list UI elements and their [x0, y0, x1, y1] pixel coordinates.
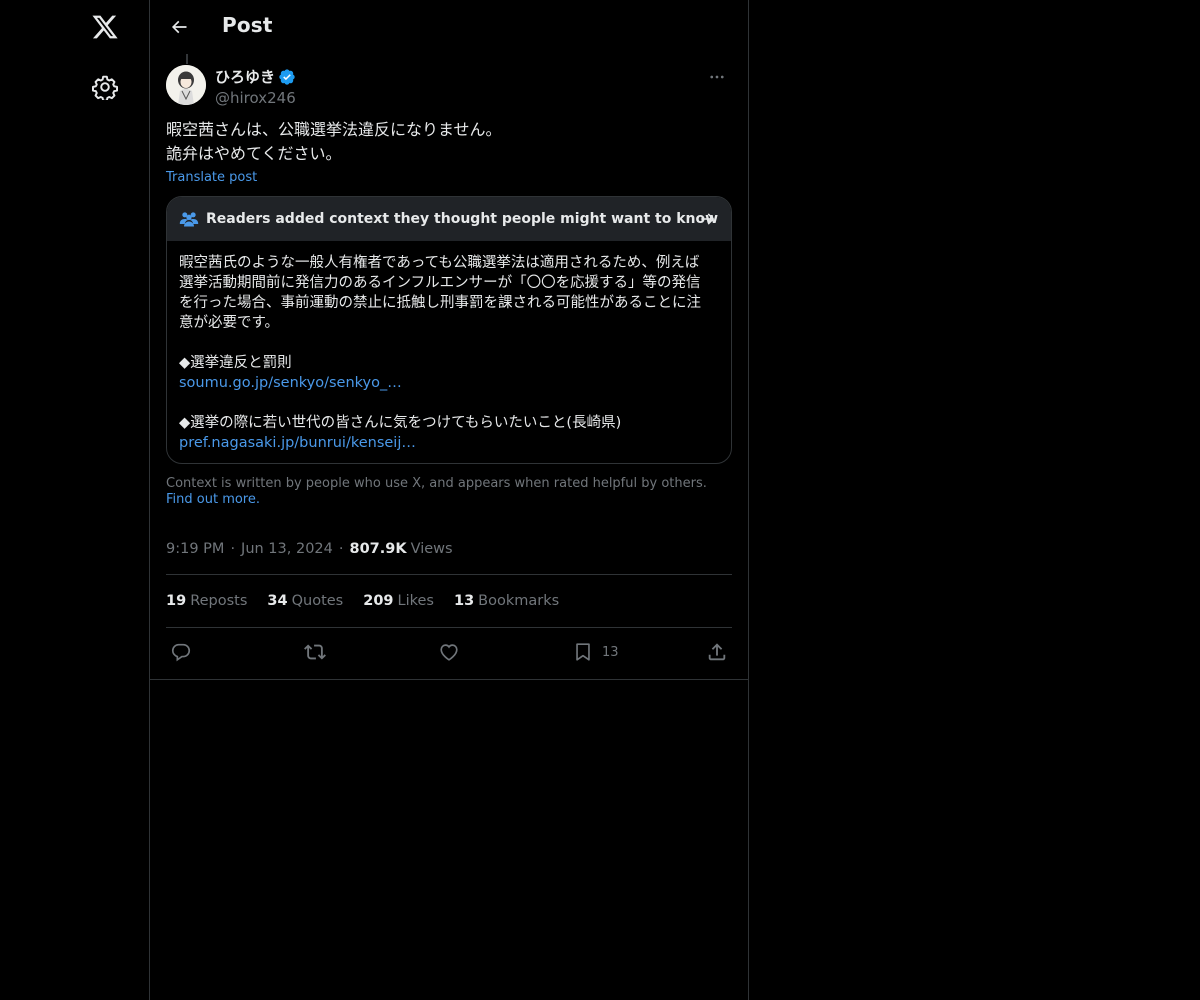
x-logo-icon[interactable] — [88, 10, 122, 44]
community-note-title: Readers added context they thought peopl… — [206, 211, 719, 227]
arrow-left-icon — [171, 20, 187, 34]
author-handle[interactable]: @hirox246 — [215, 89, 296, 107]
post-author: ひろゆき @hirox246 — [166, 54, 732, 112]
author-name[interactable]: ひろゆき — [215, 66, 296, 87]
post-time[interactable]: 9:19 PM — [166, 541, 224, 557]
post-text-line: 詭弁はやめてください。 — [166, 144, 342, 163]
bookmark-count: 13 — [602, 644, 619, 660]
page-title: Post — [222, 13, 273, 37]
main-column: Post ひろゆき @hirox246 暇空茜さんは、公職選挙法違反になりません… — [149, 0, 749, 1000]
gear-icon[interactable] — [89, 71, 121, 103]
translate-post-link[interactable]: Translate post — [166, 170, 257, 185]
share-button[interactable] — [706, 638, 728, 666]
find-out-more-link[interactable]: Find out more. — [166, 492, 260, 507]
post: ひろゆき @hirox246 暇空茜さんは、公職選挙法違反になりません。 詭弁は… — [150, 54, 748, 680]
post-text: 暇空茜さんは、公職選挙法違反になりません。 詭弁はやめてください。 — [166, 118, 732, 166]
bookmark-button[interactable]: 13 — [572, 638, 619, 666]
more-dots-icon — [710, 75, 724, 79]
quotes-count: 34 — [267, 593, 288, 609]
page-header: Post — [150, 0, 748, 54]
note-section-title: ◆選挙の際に若い世代の皆さんに気をつけてもらいたいこと(長崎県) — [179, 415, 622, 431]
note-body-line: 意が必要です。 — [179, 315, 280, 331]
bookmark-icon — [576, 643, 590, 661]
note-source-link[interactable]: pref.nagasaki.jp/bunrui/kenseij… — [179, 433, 416, 453]
reply-icon — [171, 643, 191, 662]
repost-button[interactable] — [304, 638, 326, 666]
quotes-label: Quotes — [291, 593, 344, 609]
views-count: 807.9K — [349, 541, 407, 557]
note-section-title: ◆選挙違反と罰則 — [179, 355, 292, 371]
post-stats: 19 Reposts 34 Quotes 209 Likes 13 Bookmarks — [166, 574, 732, 628]
people-icon — [179, 209, 199, 229]
bookmarks-stat[interactable]: 13 Bookmarks — [454, 593, 559, 609]
community-note: Readers added context they thought peopl… — [166, 196, 732, 464]
reposts-label: Reposts — [190, 593, 248, 609]
likes-stat[interactable]: 209 Likes — [363, 593, 434, 609]
verified-badge-icon — [278, 68, 296, 86]
note-body-line: 暇空茜氏のような一般人有権者であっても公職選挙法は適用されるため、例えば — [179, 255, 700, 271]
post-meta: 9:19 PM · Jun 13, 2024 · 807.9K Views — [166, 541, 453, 557]
quotes-stat[interactable]: 34 Quotes — [267, 593, 343, 609]
note-source-link[interactable]: soumu.go.jp/senkyo/senkyo_… — [179, 373, 402, 393]
bookmarks-count: 13 — [453, 593, 475, 609]
reposts-stat[interactable]: 19 Reposts — [166, 593, 247, 609]
context-footer-text: Context is written by people who use X, … — [166, 476, 707, 491]
post-actions: 13 — [166, 628, 732, 676]
likes-label: Likes — [397, 593, 434, 609]
community-note-header[interactable]: Readers added context they thought peopl… — [167, 197, 731, 241]
heart-icon — [440, 644, 458, 661]
more-options-button[interactable] — [702, 62, 732, 92]
note-body-line: 選挙活動期間前に発信力のあるインフルエンサーが「〇〇を応援する」等の発信 — [179, 275, 701, 291]
post-text-line: 暇空茜さんは、公職選挙法違反になりません。 — [166, 120, 502, 139]
left-nav — [0, 0, 150, 1000]
reply-button[interactable] — [170, 638, 192, 666]
author-name-text: ひろゆき — [215, 68, 276, 86]
note-body-line: を行った場合、事前運動の禁止に抵触し刑事罰を課される可能性があることに注 — [179, 295, 701, 311]
context-footer: Context is written by people who use X, … — [166, 476, 732, 508]
avatar[interactable] — [166, 65, 206, 105]
community-note-body: 暇空茜氏のような一般人有権者であっても公職選挙法は適用されるため、例えば 選挙活… — [167, 241, 731, 463]
like-button[interactable] — [438, 638, 460, 666]
reposts-count: 19 — [166, 593, 187, 609]
back-button[interactable] — [164, 12, 194, 42]
post-date[interactable]: Jun 13, 2024 — [241, 541, 333, 557]
bookmarks-label: Bookmarks — [478, 593, 560, 609]
views-label: Views — [410, 541, 453, 557]
page: Post ひろゆき @hirox246 暇空茜さんは、公職選挙法違反になりません… — [0, 0, 1200, 1000]
likes-count: 209 — [363, 593, 394, 609]
share-icon — [708, 643, 726, 661]
arrow-right-icon — [697, 208, 719, 230]
repost-icon — [304, 644, 326, 660]
